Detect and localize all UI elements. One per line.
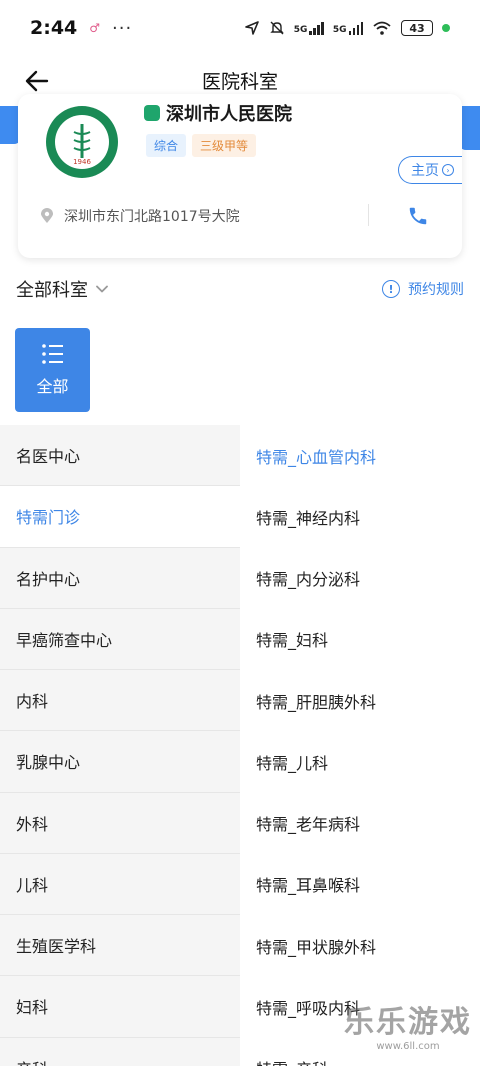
call-button[interactable]: [404, 202, 432, 230]
department-item-highlighted[interactable]: 特需_心血管内科: [240, 425, 480, 486]
address-row: 深圳市东门北路1017号大院: [40, 206, 240, 226]
battery-icon: 43: [401, 20, 433, 36]
department-item[interactable]: 特需_甲状腺外科: [240, 915, 480, 976]
more-notifications-icon: ···: [112, 17, 133, 39]
department-item[interactable]: 特需_妇科: [240, 609, 480, 670]
back-arrow-icon: [25, 70, 49, 92]
category-item-selected[interactable]: 特需门诊: [0, 486, 240, 548]
category-item[interactable]: 儿科: [0, 854, 240, 915]
department-item[interactable]: 特需_耳鼻喉科: [240, 854, 480, 915]
watermark-brand: 乐乐游戏: [344, 1005, 472, 1040]
chevron-right-icon: ›: [442, 164, 454, 176]
list-icon: [41, 344, 63, 364]
booking-rules-label: 预约规则: [408, 282, 464, 298]
tag-level: 三级甲等: [192, 134, 257, 157]
watermark: 乐乐游戏 www.6ll.com: [344, 997, 472, 1052]
department-filter-row: 全部科室 ! 预约规则: [16, 272, 464, 306]
watermark-url: www.6ll.com: [376, 1041, 440, 1052]
department-item[interactable]: 特需_肝胆胰外科: [240, 670, 480, 731]
category-item[interactable]: 名护中心: [0, 548, 240, 609]
category-item[interactable]: 产科: [0, 1038, 240, 1066]
homepage-button[interactable]: 主页 ›: [398, 156, 462, 184]
department-item[interactable]: 特需_神经内科: [240, 486, 480, 547]
department-item[interactable]: 特需_内分泌科: [240, 548, 480, 609]
location-pin-icon: [41, 208, 53, 223]
department-item[interactable]: 特需_儿科: [240, 731, 480, 792]
chevron-down-icon[interactable]: [96, 283, 108, 295]
status-bar: 2:44 ♂ ··· 5G 5G 43: [0, 0, 480, 56]
info-icon: !: [382, 280, 400, 298]
hospital-badge-icon: [144, 105, 160, 121]
booking-rules-link[interactable]: ! 预约规则: [382, 279, 464, 299]
tag-type: 综合: [146, 134, 187, 157]
category-item[interactable]: 妇科: [0, 976, 240, 1038]
hospital-address: 深圳市东门北路1017号大院: [64, 209, 240, 225]
department-list: 特需_心血管内科 特需_神经内科 特需_内分泌科 特需_妇科 特需_肝胆胰外科 …: [240, 425, 480, 1066]
category-item[interactable]: 外科: [0, 793, 240, 854]
wifi-icon: [373, 21, 391, 35]
hospital-tags: 综合 三级甲等: [146, 134, 257, 157]
category-list: 名医中心 特需门诊 名护中心 早癌筛查中心 内科 乳腺中心 外科 儿科 生殖医学…: [0, 425, 240, 1066]
notification-icon: ♂: [89, 21, 101, 35]
category-item[interactable]: 生殖医学科: [0, 915, 240, 977]
page-title: 医院科室: [201, 70, 278, 93]
back-button[interactable]: [22, 66, 52, 96]
logo-year: 1946: [73, 158, 91, 164]
hospital-name: 深圳市人民医院: [166, 104, 292, 125]
caduceus-icon: 1946: [73, 124, 91, 164]
all-departments-button[interactable]: 全部: [15, 328, 90, 412]
signal-1-icon: 5G: [294, 21, 324, 35]
all-departments-label: 全部: [36, 377, 69, 396]
network-type-label: 5G: [293, 25, 308, 35]
homepage-label: 主页: [411, 163, 439, 179]
category-item[interactable]: 乳腺中心: [0, 731, 240, 793]
department-filter-dropdown[interactable]: 全部科室: [16, 276, 88, 302]
network-type-label-2: 5G: [332, 25, 347, 35]
department-item[interactable]: 特需_老年病科: [240, 793, 480, 854]
status-time: 2:44: [30, 17, 78, 39]
category-item[interactable]: 内科: [0, 670, 240, 732]
hospital-card: 1946 深圳市人民医院 综合 三级甲等 主页 › 深圳市东门北路1017号大院: [18, 94, 462, 258]
hospital-logo: 1946: [46, 106, 118, 178]
category-item[interactable]: 名医中心: [0, 425, 240, 487]
category-item[interactable]: 早癌筛查中心: [0, 609, 240, 670]
privacy-indicator-dot: [442, 24, 450, 32]
location-icon: [244, 21, 259, 35]
signal-2-icon: 5G: [333, 21, 363, 35]
mute-icon: [269, 21, 284, 35]
divider: [368, 204, 369, 226]
phone-icon: [409, 207, 427, 225]
